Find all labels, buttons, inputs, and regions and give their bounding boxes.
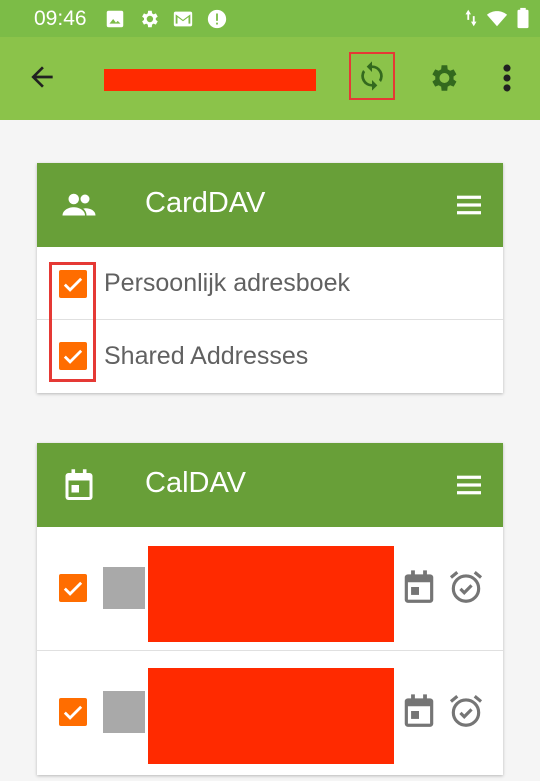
alarm-check-icon — [449, 695, 483, 727]
sync-icon — [361, 61, 383, 91]
data-arrows-icon — [465, 9, 477, 27]
calendar-color-swatch — [103, 691, 145, 733]
carddav-header: CardDAV — [37, 163, 503, 247]
calendar-event-icon — [404, 570, 434, 603]
list-item[interactable]: Shared Addresses — [37, 320, 503, 393]
calendar-event-icon — [404, 694, 434, 727]
calendar-row[interactable] — [37, 651, 503, 775]
checkbox-highlight — [49, 262, 96, 382]
calendar-row[interactable] — [37, 527, 503, 651]
wifi-icon — [486, 11, 508, 27]
checkmark-icon — [63, 581, 83, 596]
gmail-icon — [173, 11, 193, 27]
gear-icon — [142, 10, 158, 28]
calendar-icon — [65, 469, 93, 500]
image-icon — [106, 10, 124, 28]
account-name-redacted — [104, 69, 316, 91]
calendar-checkbox[interactable] — [59, 574, 87, 602]
sync-button[interactable] — [349, 52, 395, 100]
addressbook-name: Shared Addresses — [104, 342, 309, 370]
arrow-back-icon[interactable] — [26, 61, 58, 93]
caldav-title: CalDAV — [145, 467, 246, 499]
more-vert-icon[interactable] — [494, 61, 520, 95]
status-time: 09:46 — [34, 7, 87, 30]
battery-icon — [517, 7, 529, 29]
settings-button[interactable] — [426, 61, 460, 95]
carddav-card: CardDAV Persoonlijk adresboek Shared Add… — [37, 163, 503, 393]
app-toolbar — [0, 37, 540, 120]
status-system-icons — [464, 7, 530, 29]
status-notification-icons — [104, 8, 228, 30]
status-bar: 09:46 — [0, 0, 540, 37]
carddav-title: CardDAV — [145, 187, 266, 219]
calendar-name-redacted — [148, 668, 394, 764]
caldav-card: CalDAV — [37, 443, 503, 775]
addressbook-name: Persoonlijk adresboek — [104, 269, 350, 297]
list-item[interactable]: Persoonlijk adresboek — [37, 247, 503, 320]
checkmark-icon — [63, 705, 83, 720]
alert-icon — [207, 9, 227, 29]
menu-icon[interactable] — [453, 469, 485, 501]
people-icon — [62, 193, 96, 216]
calendar-checkbox[interactable] — [59, 698, 87, 726]
caldav-header: CalDAV — [37, 443, 503, 527]
alarm-check-icon — [449, 571, 483, 603]
calendar-name-redacted — [148, 546, 394, 642]
calendar-color-swatch — [103, 567, 145, 609]
menu-icon[interactable] — [453, 189, 485, 221]
